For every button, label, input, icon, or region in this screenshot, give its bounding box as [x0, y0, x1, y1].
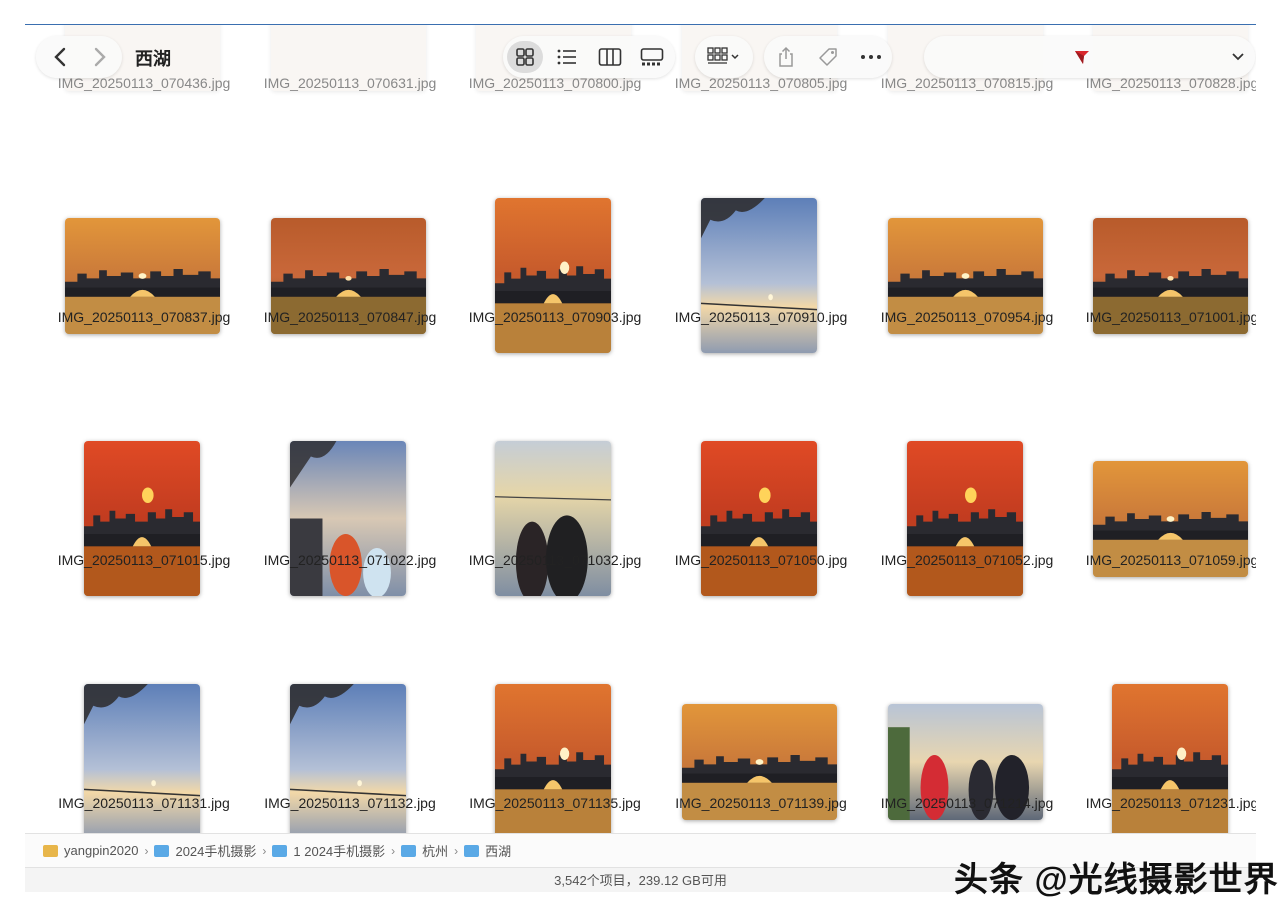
file-thumbnail[interactable]	[1112, 684, 1228, 839]
share-icon[interactable]	[768, 41, 804, 73]
file-item[interactable]: IMG_20250113_070847.jpg	[247, 83, 453, 334]
chevron-right-icon: ›	[454, 843, 459, 858]
file-item[interactable]: IMG_20250113_071135.jpg	[452, 569, 658, 839]
breadcrumb-label: 杭州	[422, 844, 449, 859]
file-item[interactable]: IMG_20250113_071052.jpg	[864, 326, 1070, 596]
file-item[interactable]: IMG_20250113_071139.jpg	[658, 569, 864, 820]
breadcrumb-label: yangpin2020	[64, 843, 139, 858]
watermark: 头条 @光线摄影世界	[954, 861, 1279, 899]
chevron-left-icon[interactable]	[40, 36, 80, 78]
breadcrumb-item[interactable]: yangpin2020 ›	[43, 843, 148, 858]
actions-pill	[764, 36, 892, 78]
more-icon[interactable]	[853, 41, 889, 73]
file-item[interactable]: IMG_20250113_071001.jpg	[1069, 83, 1256, 334]
chevron-right-icon: ›	[391, 843, 396, 858]
folder-icon	[401, 844, 417, 857]
breadcrumb-label: 1 2024手机摄影	[293, 844, 386, 859]
tag-icon[interactable]	[810, 41, 846, 73]
file-item[interactable]: IMG_20250113_070903.jpg	[452, 83, 658, 353]
breadcrumb-label: 2024手机摄影	[175, 844, 257, 859]
file-thumbnail[interactable]	[290, 684, 406, 839]
folder-icon	[464, 844, 480, 857]
file-item[interactable]: IMG_20250113_071032.jpg	[452, 326, 658, 596]
file-item[interactable]: IMG_20250113_070910.jpg	[658, 83, 864, 353]
chevron-right-icon: ›	[262, 843, 267, 858]
chevron-right-icon: ›	[144, 843, 149, 858]
file-item[interactable]: IMG_20250113_071214.jpg	[864, 569, 1070, 820]
file-item[interactable]: IMG_20250113_071131.jpg	[41, 569, 247, 839]
gallery-view-icon[interactable]	[634, 41, 670, 73]
red-flag-icon	[1064, 41, 1100, 73]
view-switcher	[503, 36, 675, 78]
file-item[interactable]: IMG_20250113_071231.jpg	[1069, 569, 1256, 839]
chevron-right-icon[interactable]	[80, 36, 120, 78]
home-folder-icon	[43, 844, 58, 857]
group-grid-icon	[698, 41, 750, 73]
list-view-icon[interactable]	[549, 41, 585, 73]
group-by-button[interactable]	[695, 36, 753, 78]
file-item[interactable]: IMG_20250113_070631.jpg	[247, 25, 453, 91]
file-name: IMG_20250113_071231.jpg	[1085, 795, 1256, 811]
finder-window: IMG_20250113_070436.jpg IMG_20250113_0706…	[25, 24, 1256, 892]
chevron-down-icon[interactable]	[1220, 41, 1256, 73]
file-item[interactable]: IMG_20250113_071059.jpg	[1069, 326, 1256, 577]
file-item[interactable]: IMG_20250113_071015.jpg	[41, 326, 247, 596]
folder-icon	[154, 844, 170, 857]
file-name: IMG_20250113_071001.jpg	[1085, 309, 1256, 325]
file-item[interactable]: IMG_20250113_071132.jpg	[247, 569, 453, 839]
icon-grid: IMG_20250113_070436.jpg IMG_20250113_0706…	[25, 25, 1256, 892]
search-field[interactable]	[924, 36, 1255, 78]
file-thumbnail[interactable]	[84, 684, 200, 839]
folder-icon	[272, 844, 288, 857]
file-item[interactable]: IMG_20250113_070837.jpg	[41, 83, 247, 334]
file-item[interactable]: IMG_20250113_071050.jpg	[658, 326, 864, 596]
navigation-pill	[36, 36, 122, 78]
column-view-icon[interactable]	[592, 41, 628, 73]
file-item[interactable]: IMG_20250113_071022.jpg	[247, 326, 453, 596]
file-item[interactable]: IMG_20250113_070954.jpg	[864, 83, 1070, 334]
file-thumbnail[interactable]	[495, 684, 611, 839]
breadcrumb-item[interactable]: 2024手机摄影 ›	[154, 841, 266, 860]
icon-view-icon[interactable]	[507, 41, 543, 73]
breadcrumb-item[interactable]: 西湖	[464, 841, 511, 860]
breadcrumb-item[interactable]: 杭州 ›	[401, 841, 458, 860]
file-name: IMG_20250113_071059.jpg	[1085, 552, 1256, 568]
breadcrumb-item[interactable]: 1 2024手机摄影 ›	[272, 841, 395, 860]
breadcrumb-label: 西湖	[485, 844, 512, 859]
